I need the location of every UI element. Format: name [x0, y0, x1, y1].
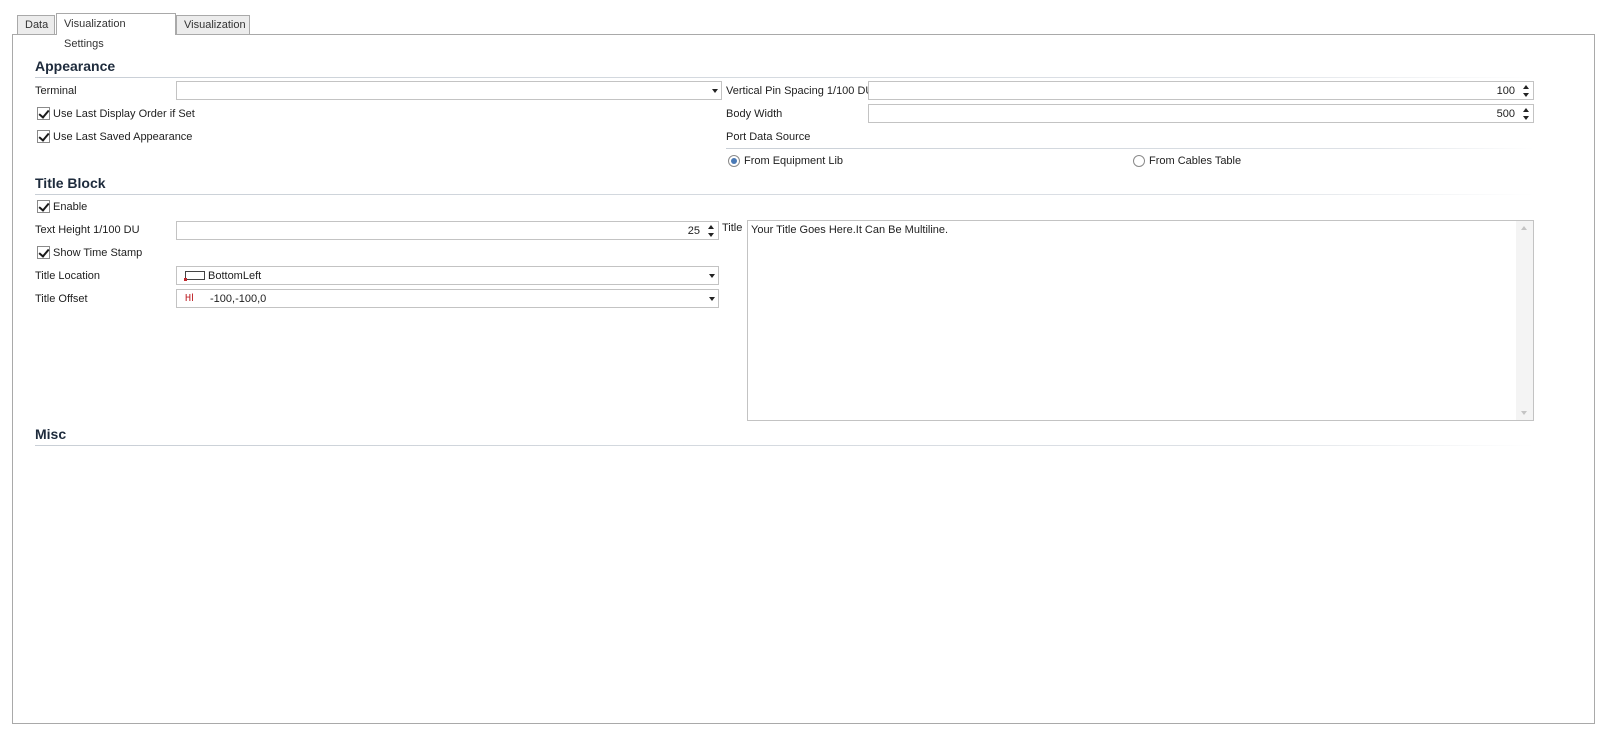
title-offset-dropdown[interactable]: HⅠ -100,-100,0	[176, 289, 719, 308]
offset-icon: HⅠ	[185, 293, 194, 304]
title-offset-label: Title Offset	[35, 293, 88, 305]
chevron-down-icon	[709, 274, 715, 278]
text-height-value: 25	[687, 225, 700, 237]
section-appearance-divider	[35, 77, 1535, 78]
body-width-value: 500	[1496, 108, 1515, 120]
spin-up-icon[interactable]	[1523, 108, 1529, 112]
enable-checkbox[interactable]	[37, 200, 50, 213]
spin-down-icon[interactable]	[1523, 116, 1529, 120]
title-location-dropdown[interactable]: BottomLeft	[176, 266, 719, 285]
vertical-pin-spacing-spinner[interactable]: 100	[868, 81, 1534, 100]
from-equipment-lib-label: From Equipment Lib	[744, 155, 844, 167]
text-height-label: Text Height 1/100 DU	[35, 224, 140, 236]
title-offset-value: -100,-100,0	[210, 293, 267, 305]
chevron-down-icon	[709, 297, 715, 301]
from-cables-table-radio[interactable]	[1133, 155, 1145, 167]
enable-label: Enable	[53, 201, 88, 213]
show-time-stamp-label: Show Time Stamp	[53, 247, 143, 259]
use-last-display-order-label: Use Last Display Order if Set	[53, 108, 195, 120]
tab-visualization-settings[interactable]: Visualization Settings	[56, 13, 176, 50]
section-misc-divider	[35, 445, 1535, 446]
spin-up-icon[interactable]	[708, 225, 714, 229]
body-width-spinner[interactable]: 500	[868, 104, 1534, 123]
vertical-pin-spacing-label: Vertical Pin Spacing 1/100 DU	[726, 85, 874, 97]
port-data-source-label: Port Data Source	[726, 131, 811, 143]
title-scrollbar[interactable]	[1516, 221, 1533, 420]
title-label: Title	[722, 222, 743, 234]
title-location-value: BottomLeft	[208, 270, 262, 282]
use-last-display-order-checkbox[interactable]	[37, 107, 50, 120]
show-time-stamp-checkbox[interactable]	[37, 246, 50, 259]
section-title-block-divider	[35, 194, 1535, 195]
title-text: Your Title Goes Here.It Can Be Multiline…	[751, 224, 949, 236]
settings-panel: Appearance Terminal Use Last Display Ord…	[12, 34, 1595, 724]
bottom-left-anchor-icon	[184, 271, 205, 281]
body-width-label: Body Width	[726, 108, 783, 120]
spin-down-icon[interactable]	[1523, 93, 1529, 97]
spin-down-icon[interactable]	[708, 233, 714, 237]
from-cables-table-label: From Cables Table	[1149, 155, 1242, 167]
scroll-down-icon[interactable]	[1521, 411, 1527, 415]
title-textarea[interactable]: Your Title Goes Here.It Can Be Multiline…	[747, 220, 1534, 421]
chevron-down-icon	[712, 89, 718, 93]
terminal-label: Terminal	[35, 85, 77, 97]
text-height-spinner[interactable]: 25	[176, 221, 719, 240]
section-misc-title: Misc	[35, 426, 67, 442]
spin-up-icon[interactable]	[1523, 85, 1529, 89]
tab-data[interactable]: Data	[17, 15, 55, 35]
use-last-saved-appearance-label: Use Last Saved Appearance	[53, 131, 193, 143]
tab-visualization[interactable]: Visualization	[176, 15, 250, 35]
scroll-up-icon[interactable]	[1521, 226, 1527, 230]
terminal-dropdown[interactable]	[176, 81, 722, 100]
section-appearance-title: Appearance	[35, 58, 116, 74]
port-data-source-divider	[726, 148, 1534, 149]
section-title-block-title: Title Block	[35, 175, 106, 191]
vertical-pin-spacing-value: 100	[1496, 85, 1515, 97]
title-location-label: Title Location	[35, 270, 101, 282]
from-equipment-lib-radio[interactable]	[728, 155, 740, 167]
use-last-saved-appearance-checkbox[interactable]	[37, 130, 50, 143]
